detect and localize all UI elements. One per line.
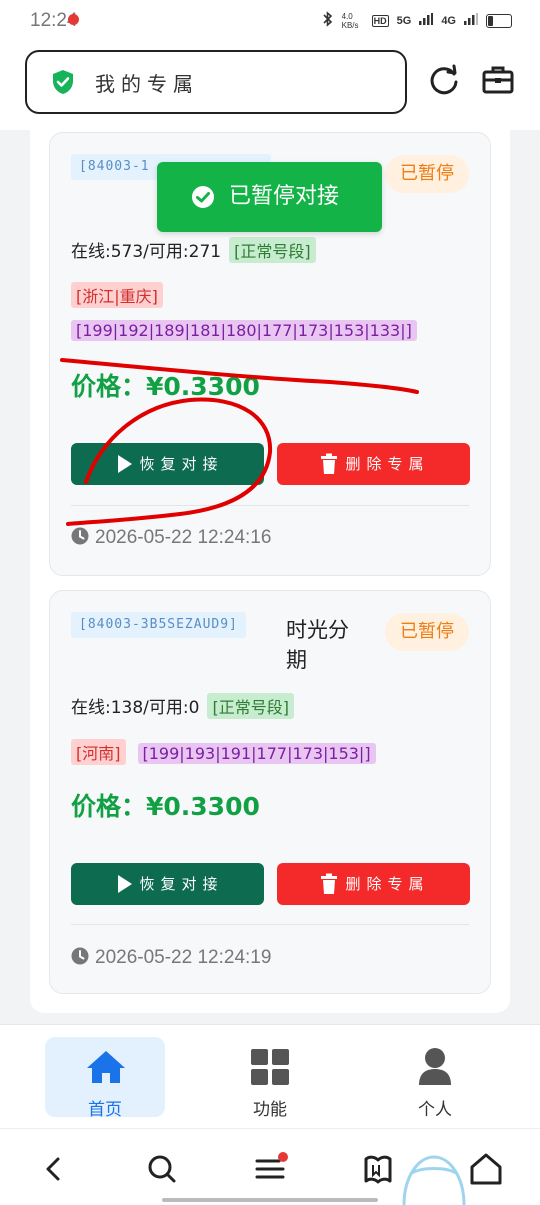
menu-icon[interactable] (252, 1151, 288, 1187)
segment-tag: [正常号段] (207, 693, 294, 719)
timestamp: 2026-05-22 12:24:16 (95, 527, 272, 548)
header: 我的专属 (0, 40, 540, 130)
check-circle-icon (192, 186, 214, 208)
card-stats: 在线:138/可用:0 [正常号段] (71, 693, 294, 719)
status-bar: 12:24 4.0 KB/s HD 5G 4G (0, 0, 540, 40)
home-icon (87, 1051, 125, 1083)
exclusive-card: [84003-3B5SEZAUD9] 时光分期 已暂停 在线:138/可用:0 [… (49, 590, 491, 994)
region-tag: [浙江|重庆] (71, 282, 163, 308)
trash-icon (321, 873, 337, 894)
refresh-icon[interactable] (424, 60, 464, 100)
bookmarks-icon[interactable] (360, 1151, 396, 1187)
mascot-icon (402, 1155, 466, 1205)
tab-label: 功能 (253, 1100, 287, 1117)
hd-icon: HD (371, 14, 389, 27)
title-box: 我的专属 (25, 50, 407, 114)
card-code: [84003-3B5SEZAUD9] (71, 612, 246, 638)
resume-label: 恢复对接 (139, 875, 224, 893)
search-icon[interactable] (144, 1151, 180, 1187)
battery-icon (486, 13, 512, 28)
card-name: 时光分期 (286, 618, 349, 672)
tab-features[interactable]: 功能 (210, 1037, 330, 1117)
trash-icon (321, 453, 337, 474)
tab-home[interactable]: 首页 (45, 1037, 165, 1117)
toast-text: 已暂停对接 (229, 184, 340, 209)
divider (71, 505, 469, 506)
delete-button[interactable]: 删除专属 (277, 443, 470, 485)
delete-button[interactable]: 删除专属 (277, 863, 470, 905)
toast-message: 已暂停对接 (157, 162, 382, 232)
clock-icon (71, 947, 89, 965)
exclusive-list[interactable]: [84003-1 已暂停 在线:573/可用:271 [正常号段] [浙江|重庆]… (30, 130, 510, 1013)
prefix-tag: [199|192|189|181|180|177|173|153|133|] (71, 320, 417, 341)
back-icon[interactable] (36, 1151, 72, 1187)
toolbox-icon[interactable] (478, 60, 518, 100)
home-nav-icon[interactable] (468, 1151, 504, 1187)
delete-label: 删除专属 (345, 875, 430, 893)
status-badge: 已暂停 (385, 613, 469, 651)
card-stats: 在线:573/可用:271 [正常号段] (71, 237, 316, 263)
network-4g: 4G (441, 14, 456, 27)
page-title: 我的专属 (95, 72, 199, 96)
tab-profile[interactable]: 个人 (375, 1037, 495, 1117)
shield-check-icon (53, 70, 73, 94)
resume-button[interactable]: 恢复对接 (71, 863, 264, 905)
prefix-tag: [199|193|191|177|173|153|] (137, 743, 376, 764)
region-tag-row: [浙江|重庆] (71, 282, 163, 308)
signal-icon-1 (419, 13, 434, 28)
timestamp: 2026-05-22 12:24:19 (95, 947, 272, 968)
bluetooth-icon (322, 11, 334, 30)
play-icon (118, 875, 132, 893)
card-time: 2026-05-22 12:24:16 (71, 527, 271, 549)
status-badge: 已暂停 (385, 155, 469, 193)
network-speed: 4.0 KB/s (341, 11, 359, 30)
tag-row: [河南] [199|193|191|177|173|153|] (71, 739, 376, 765)
resume-label: 恢复对接 (139, 455, 224, 473)
resume-button[interactable]: 恢复对接 (71, 443, 264, 485)
tab-label: 首页 (88, 1100, 122, 1117)
online-count: 在线:573/可用:271 (71, 242, 222, 262)
price: 价格：¥0.3300 (71, 372, 260, 401)
person-icon (419, 1048, 451, 1085)
clock-icon (71, 527, 89, 545)
prefix-tag-row: [199|192|189|181|180|177|173|153|133|] (71, 320, 417, 341)
notification-dot-icon (68, 14, 79, 25)
price: 价格：¥0.3300 (71, 792, 260, 821)
region-tag: [河南] (71, 739, 126, 765)
divider (71, 924, 469, 925)
browser-nav-bar (0, 1128, 540, 1205)
tab-label: 个人 (418, 1100, 452, 1117)
grid-icon (251, 1049, 289, 1085)
status-icons: 4.0 KB/s HD 5G 4G (322, 11, 512, 30)
network-5g: 5G (396, 14, 412, 27)
segment-tag: [正常号段] (229, 237, 316, 263)
online-count: 在线:138/可用:0 (71, 698, 200, 718)
delete-label: 删除专属 (345, 455, 430, 473)
bottom-tab-bar: 首页 功能 个人 (0, 1024, 540, 1129)
play-icon (118, 455, 132, 473)
signal-icon-2 (464, 13, 478, 28)
card-time: 2026-05-22 12:24:19 (71, 947, 271, 969)
home-indicator (162, 1198, 378, 1202)
